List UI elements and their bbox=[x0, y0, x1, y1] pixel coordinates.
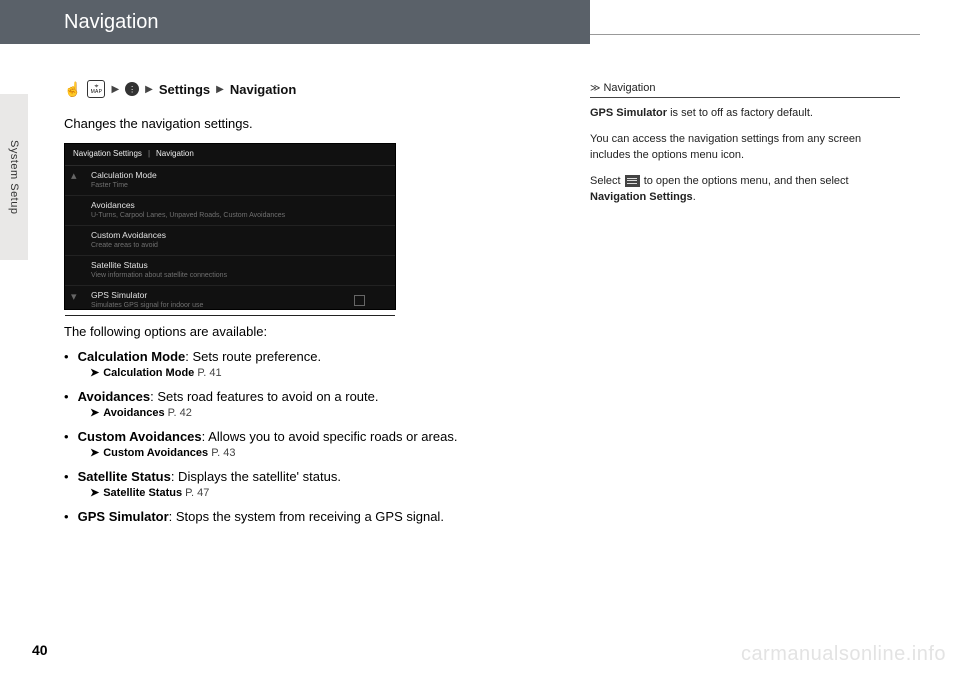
screenshot-row: Avoidances U-Turns, Carpool Lanes, Unpav… bbox=[65, 196, 395, 226]
side-note-text: You can access the navigation settings f… bbox=[590, 132, 900, 164]
options-list: • Calculation Mode: Sets route preferenc… bbox=[64, 349, 572, 524]
screenshot-row: GPS Simulator Simulates GPS signal for i… bbox=[65, 286, 395, 316]
list-item: • Calculation Mode: Sets route preferenc… bbox=[64, 349, 572, 379]
map-icon-label: MAP bbox=[91, 90, 103, 95]
list-item: • Custom Avoidances: Allows you to avoid… bbox=[64, 429, 572, 459]
link-arrow-icon: ➤ bbox=[90, 367, 99, 379]
chevron-right-icon: ▶ bbox=[145, 84, 153, 95]
touch-icon: ☝ bbox=[64, 81, 81, 98]
main-column: ☝ ⌖ MAP ▶ ⋮ ▶ Settings ▶ Navigation Chan… bbox=[64, 80, 572, 528]
list-item: • GPS Simulator: Stops the system from r… bbox=[64, 509, 572, 524]
options-menu-icon: ⋮ bbox=[125, 82, 139, 96]
scroll-down-icon: ▾ bbox=[71, 291, 83, 303]
chevron-right-icon: ▶ bbox=[111, 84, 119, 95]
side-note-heading: ≫ Navigation bbox=[590, 82, 900, 98]
breadcrumb-navigation: Navigation bbox=[230, 82, 296, 97]
side-note-text: GPS Simulator is set to off as factory d… bbox=[590, 106, 900, 122]
page-header: Navigation bbox=[0, 0, 590, 44]
list-item: • Satellite Status: Displays the satelli… bbox=[64, 469, 572, 499]
page-number: 40 bbox=[32, 642, 48, 658]
chevron-right-icon: ▶ bbox=[216, 84, 224, 95]
section-tab: System Setup bbox=[0, 94, 28, 260]
scroll-up-icon: ▴ bbox=[71, 170, 83, 182]
side-note-text: Select to open the options menu, and the… bbox=[590, 174, 900, 206]
hamburger-menu-icon bbox=[625, 175, 640, 187]
checkbox-icon bbox=[354, 295, 365, 306]
link-arrow-icon: ➤ bbox=[90, 447, 99, 459]
map-icon: ⌖ MAP bbox=[87, 80, 105, 98]
link-arrow-icon: ➤ bbox=[90, 487, 99, 499]
screenshot-row: Calculation Mode Faster Time bbox=[65, 166, 395, 196]
section-tab-label: System Setup bbox=[8, 140, 20, 214]
breadcrumb: ☝ ⌖ MAP ▶ ⋮ ▶ Settings ▶ Navigation bbox=[64, 80, 572, 98]
cross-ref: ➤Custom Avoidances P. 43 bbox=[90, 446, 572, 459]
cross-ref: ➤Satellite Status P. 47 bbox=[90, 486, 572, 499]
side-note: ≫ Navigation GPS Simulator is set to off… bbox=[590, 82, 900, 216]
options-intro: The following options are available: bbox=[64, 324, 572, 339]
cross-ref: ➤Calculation Mode P. 41 bbox=[90, 366, 572, 379]
watermark: carmanualsonline.info bbox=[741, 643, 946, 666]
intro-text: Changes the navigation settings. bbox=[64, 116, 572, 131]
settings-screenshot: Navigation Settings | Navigation ▴ Calcu… bbox=[64, 143, 396, 310]
link-arrow-icon: ➤ bbox=[90, 407, 99, 419]
cross-ref: ➤Avoidances P. 42 bbox=[90, 406, 572, 419]
double-chevron-icon: ≫ bbox=[590, 83, 597, 94]
screenshot-row: Satellite Status View information about … bbox=[65, 256, 395, 286]
screenshot-row: Custom Avoidances Create areas to avoid bbox=[65, 226, 395, 256]
screenshot-breadcrumb: Navigation Settings | Navigation bbox=[65, 144, 395, 166]
header-rule bbox=[590, 34, 920, 35]
list-item: • Avoidances: Sets road features to avoi… bbox=[64, 389, 572, 419]
breadcrumb-settings: Settings bbox=[159, 82, 210, 97]
page-title: Navigation bbox=[64, 11, 159, 34]
